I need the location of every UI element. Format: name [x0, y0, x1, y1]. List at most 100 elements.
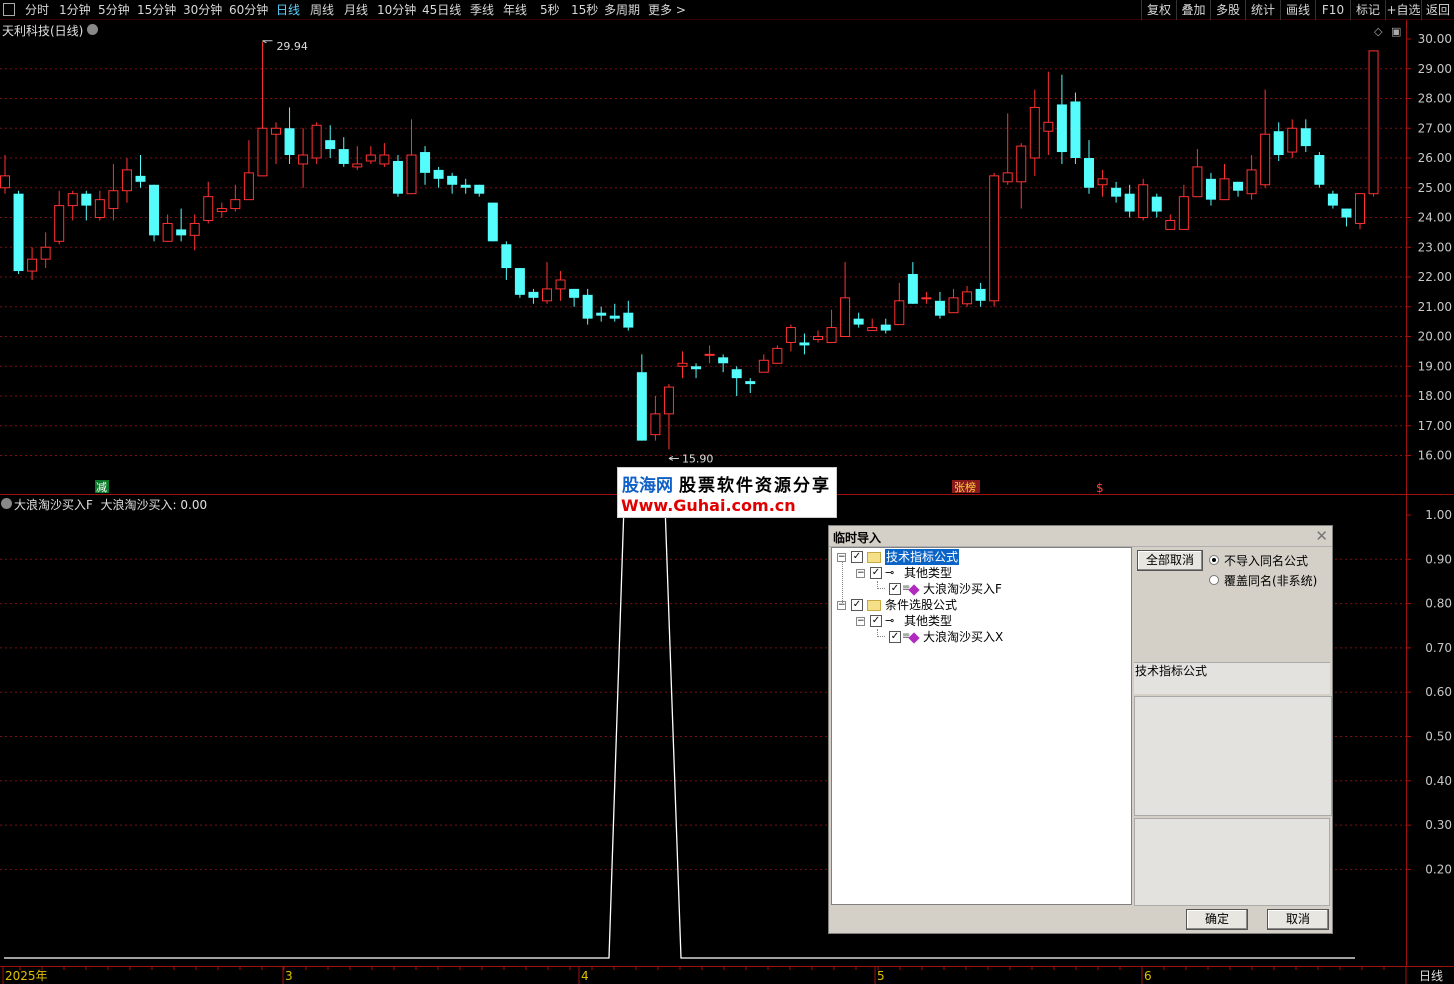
candle-body-up — [772, 347, 783, 364]
toolbar-button-7[interactable]: +自选 — [1385, 0, 1421, 20]
no-import-label: 不导入同名公式 — [1224, 554, 1309, 568]
banner-url: Www.Guhai.com.cn — [621, 496, 796, 515]
candle-body-up — [298, 154, 309, 165]
toolbar-button-4[interactable]: 画线 — [1280, 0, 1315, 20]
candle-body-down — [691, 366, 702, 370]
period-tab-1[interactable]: 1分钟 — [59, 2, 91, 18]
candle-body-down — [853, 318, 864, 325]
period-tab-5[interactable]: 60分钟 — [229, 2, 268, 18]
toolbar-button-6[interactable]: 标记 — [1350, 0, 1385, 20]
checkbox[interactable]: ✓ — [870, 615, 882, 627]
high-arrow — [262, 40, 273, 44]
indicator-menu-icon[interactable] — [1, 498, 12, 509]
period-tab-13[interactable]: 5秒 — [540, 2, 560, 18]
checkbox[interactable]: ✓ — [870, 567, 882, 579]
candle-body-up — [0, 175, 10, 189]
cancel-button[interactable]: 取消 — [1267, 909, 1329, 930]
period-tab-9[interactable]: 10分钟 — [377, 2, 416, 18]
close-icon[interactable]: ✕ — [1315, 527, 1328, 545]
period-tab-4[interactable]: 30分钟 — [183, 2, 222, 18]
candle-body-up — [1287, 127, 1298, 153]
candle-body-up — [840, 297, 851, 338]
candle-body-up — [121, 169, 132, 192]
candle-body-down — [176, 229, 187, 236]
no-import-radio[interactable] — [1209, 555, 1219, 565]
ind-tick-label: 0.60 — [1425, 685, 1452, 699]
price-tick-label: 19.00 — [1418, 359, 1452, 373]
window-icon[interactable] — [3, 3, 15, 16]
period-tab-14[interactable]: 15秒 — [571, 2, 598, 18]
checkbox[interactable]: ✓ — [851, 551, 863, 563]
period-tab-16[interactable]: 更多 > — [648, 2, 686, 18]
candle-body-up — [813, 336, 823, 340]
price-tick-label: 17.00 — [1418, 419, 1452, 433]
dialog-titlebar: 临时导入 ✕ — [829, 526, 1332, 547]
candle-body-up — [94, 199, 105, 218]
stock-chart-app: 30.00 29.00 28.00 27.00 26.00 25.00 24.00 23.00… — [0, 0, 1454, 984]
low-label: 15.90 — [682, 452, 714, 465]
candle-body-down — [1084, 158, 1094, 188]
candle-body-up — [1002, 172, 1013, 183]
period-label: 日线 — [1419, 969, 1443, 983]
high-label: 29.94 — [276, 40, 308, 53]
period-tab-7[interactable]: 周线 — [310, 2, 334, 18]
candle-body-up — [243, 172, 254, 201]
period-tab-0[interactable]: 分时 — [25, 2, 49, 18]
price-tick-label: 20.00 — [1418, 330, 1452, 344]
candle-body-up — [365, 154, 376, 162]
period-tab-6[interactable]: 日线 — [276, 2, 300, 18]
collapse-icon[interactable]: − — [856, 617, 865, 626]
period-tab-8[interactable]: 月线 — [344, 2, 368, 18]
candle-body-down — [474, 184, 485, 194]
tree-label: 大浪淘沙买入X — [923, 630, 1004, 644]
folder-icon — [867, 600, 881, 611]
ok-button[interactable]: 确定 — [1186, 909, 1248, 930]
toolbar-button-5[interactable]: F10 — [1315, 0, 1350, 20]
period-tab-15[interactable]: 多周期 — [604, 2, 640, 18]
period-tab-10[interactable]: 45日线 — [422, 2, 461, 18]
indicator-title: 大浪淘沙买入F 大浪淘沙买入: 0.00 — [14, 496, 207, 513]
dialog-title: 临时导入 — [833, 531, 882, 545]
candle-body-up — [271, 127, 281, 135]
tree-connector — [877, 629, 885, 637]
candle-body-up — [1192, 166, 1203, 198]
period-tab-12[interactable]: 年线 — [503, 2, 527, 18]
info-label: 技术指标公式 — [1135, 664, 1208, 678]
toolbar-button-8[interactable]: 返回 — [1421, 0, 1454, 20]
price-tick-label: 29.00 — [1418, 62, 1452, 76]
tree-node-0[interactable]: − ✓ 技术指标公式 — [832, 549, 1130, 565]
toolbar-button-3[interactable]: 统计 — [1245, 0, 1280, 20]
period-tab-11[interactable]: 季线 — [470, 2, 494, 18]
tree-node-1[interactable]: − ✓ ⊸ 其他类型 — [832, 565, 1130, 581]
period-tab-3[interactable]: 15分钟 — [137, 2, 176, 18]
candle-body-up — [230, 199, 241, 210]
candle-body-up — [1246, 169, 1257, 195]
candle-body-up — [948, 297, 959, 314]
candle-body-down — [1070, 101, 1081, 158]
tree-node-4[interactable]: − ✓ ⊸ 其他类型 — [832, 613, 1130, 629]
candle-body-up — [826, 327, 837, 343]
tree-node-5[interactable]: ✓ ≡ 大浪淘沙买入X — [832, 629, 1130, 645]
candle-body-down — [1124, 193, 1135, 212]
candle-body-down — [596, 312, 607, 316]
candle-body-down — [1151, 196, 1162, 212]
tree-node-3[interactable]: − ✓ 条件选股公式 — [832, 597, 1130, 613]
candle-body-down — [392, 160, 403, 194]
candle-body-up — [1165, 219, 1176, 230]
cancel-all-button[interactable]: 全部取消 — [1137, 550, 1203, 571]
collapse-icon[interactable]: − — [856, 569, 865, 578]
candle-body-up — [1138, 184, 1149, 218]
toolbar-button-2[interactable]: 多股 — [1210, 0, 1245, 20]
checkbox[interactable]: ✓ — [889, 631, 901, 643]
candle-body-up — [663, 386, 674, 415]
title-menu-icon[interactable] — [87, 24, 98, 35]
period-tab-2[interactable]: 5分钟 — [98, 2, 130, 18]
overwrite-radio[interactable] — [1209, 575, 1219, 585]
candle-body-up — [1097, 178, 1108, 186]
candle-body-down — [975, 288, 986, 301]
toolbar-button-0[interactable]: 复权 — [1141, 0, 1176, 20]
checkbox[interactable]: ✓ — [851, 599, 863, 611]
toolbar-button-1[interactable]: 叠加 — [1176, 0, 1210, 20]
checkbox[interactable]: ✓ — [889, 583, 901, 595]
tree-node-2[interactable]: ✓ ≡ 大浪淘沙买入F — [832, 581, 1130, 597]
